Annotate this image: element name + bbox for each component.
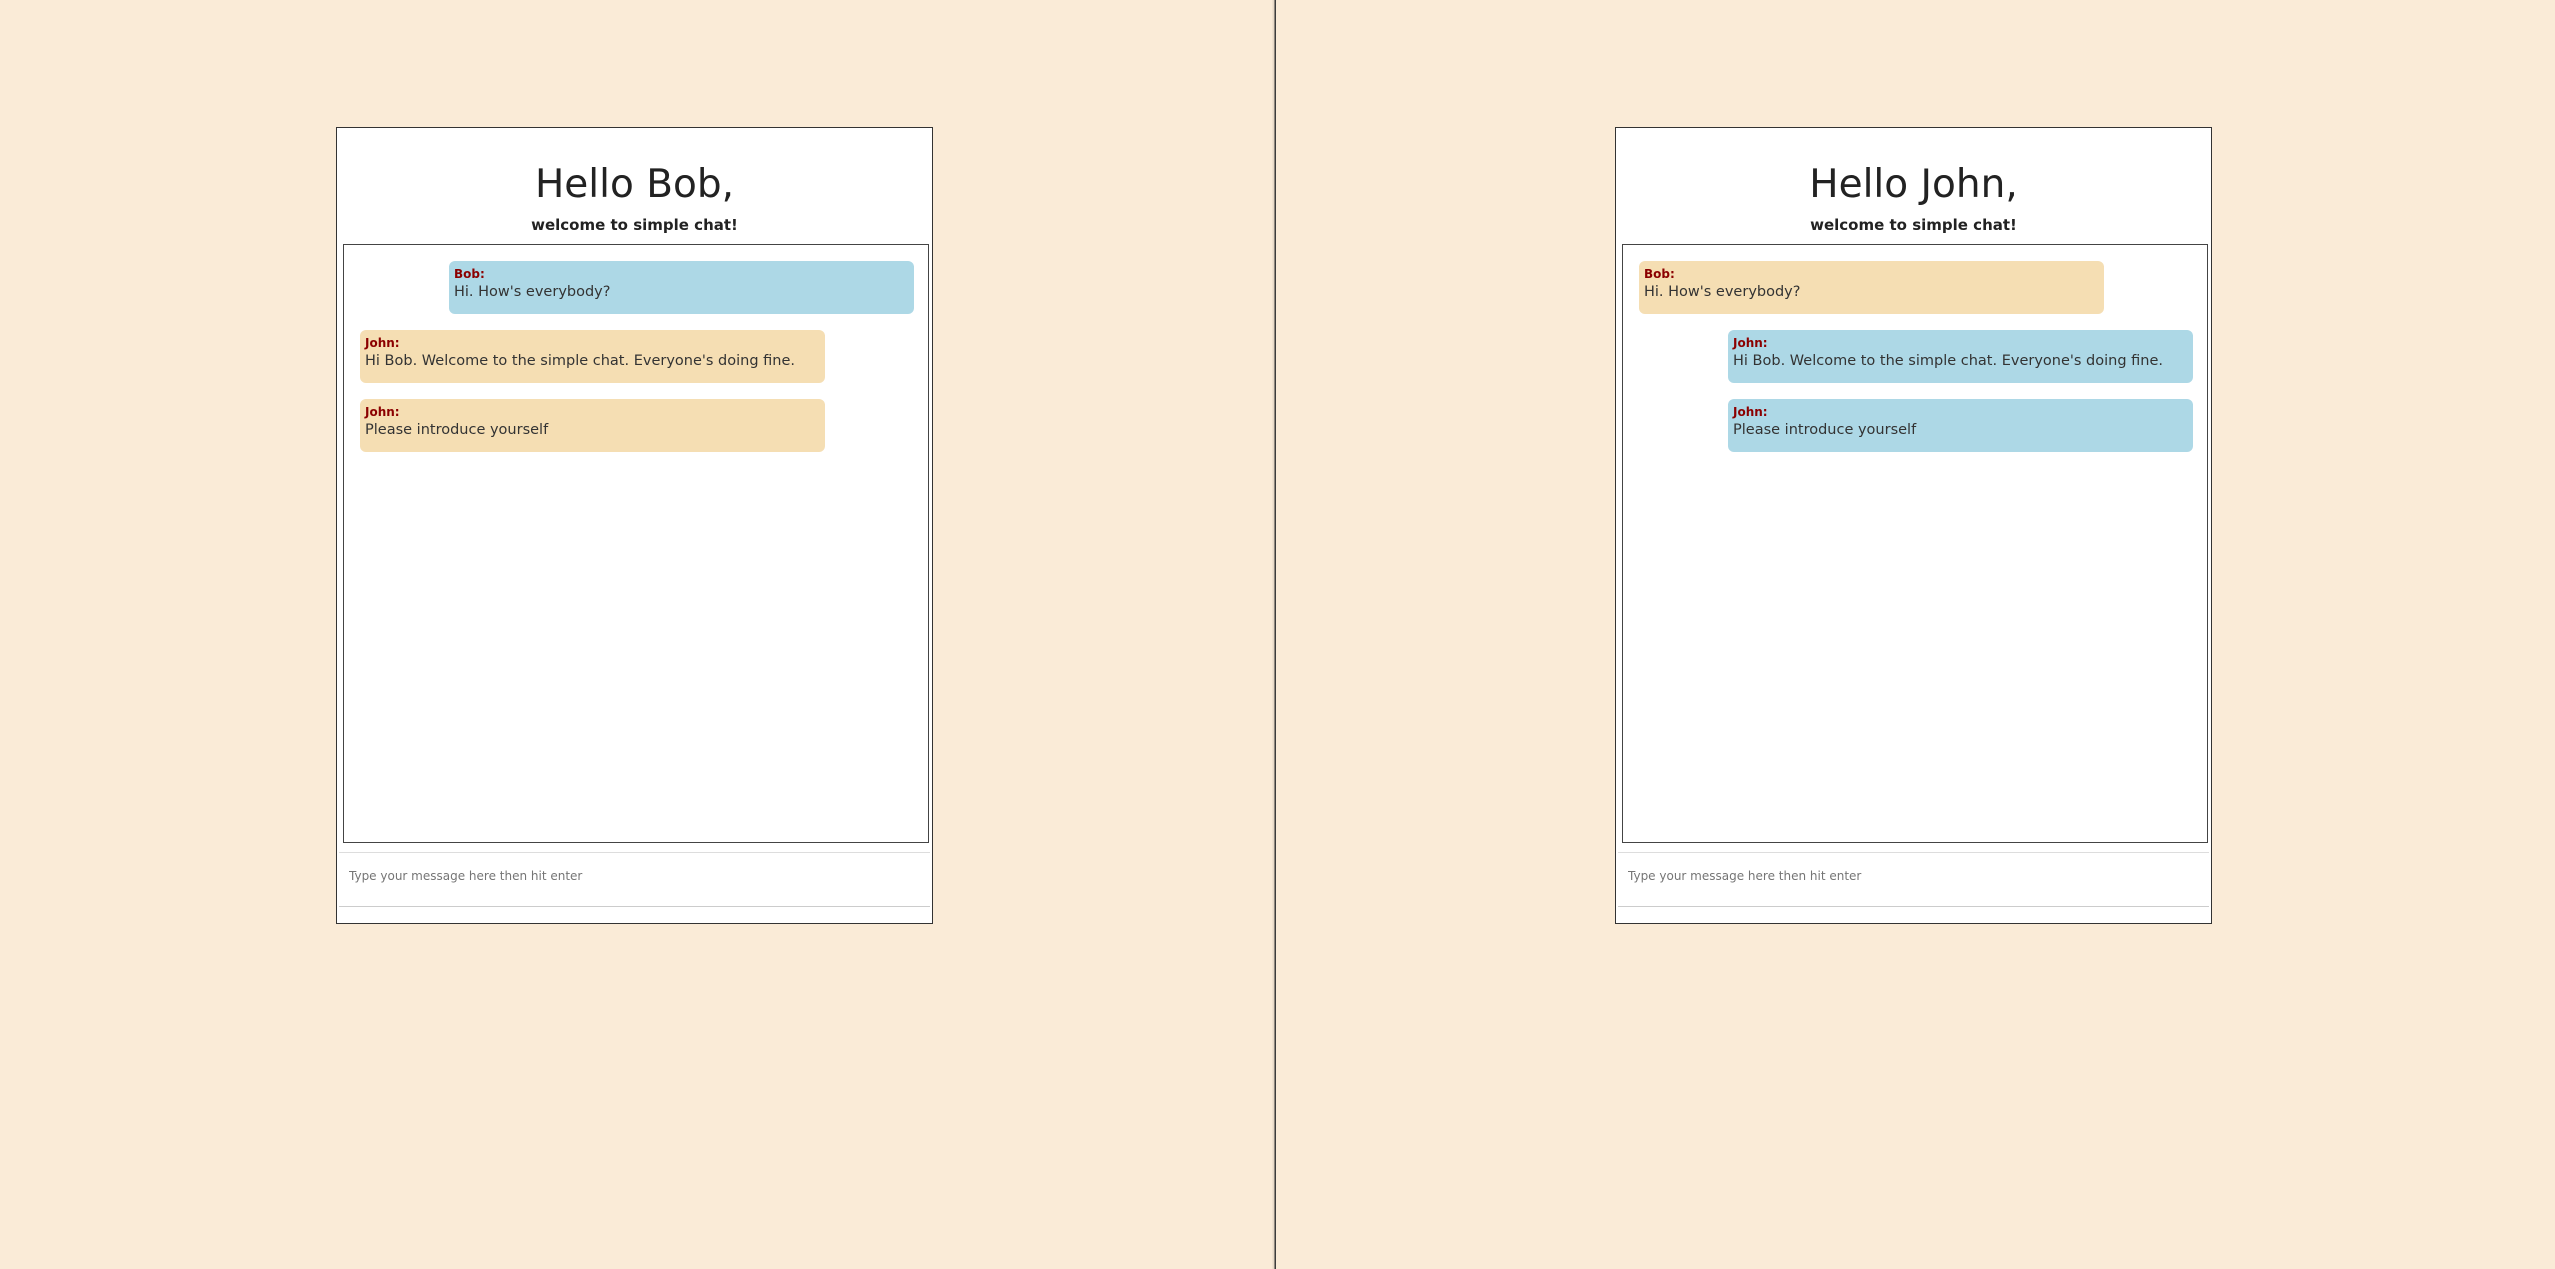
message-bubble: John: Please introduce yourself [1728,399,2193,452]
message-bubble: John: Hi Bob. Welcome to the simple chat… [1728,330,2193,383]
message-text: Hi. How's everybody? [454,284,611,300]
message-bubble: John: Hi Bob. Welcome to the simple chat… [360,330,825,383]
message-input-area [1618,852,2209,907]
message-text: Please introduce yourself [365,422,549,438]
message-sender: John: [1733,405,1768,419]
message-sender: John: [1733,336,1768,350]
welcome-subtitle: welcome to simple chat! [531,216,738,234]
message-text: Hi. How's everybody? [1644,284,1801,300]
chat-window: Hello Bob, welcome to simple chat! Bob: … [336,127,933,924]
message-bubble: John: Please introduce yourself [360,399,825,452]
message-input[interactable] [339,853,930,906]
welcome-subtitle: welcome to simple chat! [1810,216,2017,234]
message-bubble: Bob: Hi. How's everybody? [449,261,914,314]
message-sender: John: [365,336,400,350]
greeting-heading: Hello Bob, [534,162,735,207]
message-bubble: Bob: Hi. How's everybody? [1639,261,2104,314]
message-text: Hi Bob. Welcome to the simple chat. Ever… [1733,353,2164,369]
message-input-area [339,852,930,907]
message-text: Please introduce yourself [1733,422,1917,438]
greeting-heading: Hello John, [1809,162,2018,207]
chat-window: Hello John, welcome to simple chat! Bob:… [1615,127,2212,924]
message-list[interactable]: Bob: Hi. How's everybody? John: Hi Bob. … [1622,244,2208,843]
right-browser-pane: Hello John, welcome to simple chat! Bob:… [1276,0,2555,1269]
message-input[interactable] [1618,853,2209,906]
message-sender: Bob: [1644,267,1675,281]
message-sender: Bob: [454,267,485,281]
message-text: Hi Bob. Welcome to the simple chat. Ever… [365,353,796,369]
left-browser-pane: Hello Bob, welcome to simple chat! Bob: … [0,0,1274,1269]
message-sender: John: [365,405,400,419]
message-list[interactable]: Bob: Hi. How's everybody? John: Hi Bob. … [343,244,929,843]
